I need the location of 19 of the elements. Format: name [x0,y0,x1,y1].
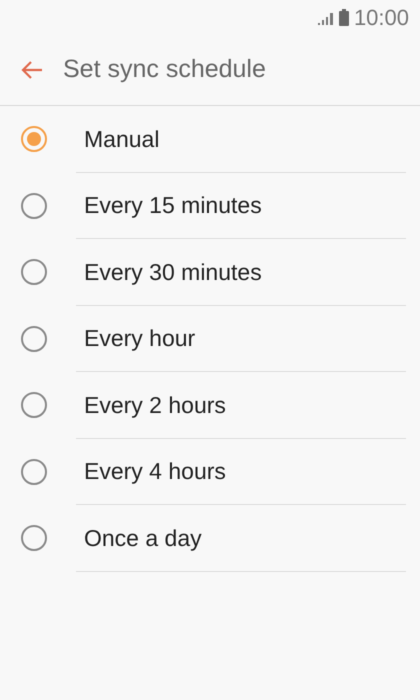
radio-button[interactable] [21,458,47,485]
option-label[interactable]: Every 15 minutes [84,188,262,222]
option-label[interactable]: Every 4 hours [84,454,226,488]
option-label[interactable]: Every 2 hours [84,388,226,422]
radio-button[interactable] [21,392,47,418]
option-label[interactable]: Every hour [84,321,196,356]
option-label[interactable]: Every 30 minutes [84,254,262,289]
radio-button[interactable] [21,259,47,286]
radio-button[interactable] [21,326,47,352]
screen-title: Set sync schedule [63,54,266,86]
option-label[interactable]: Once a day [84,520,202,555]
signal-icon [316,10,334,24]
battery-icon [338,9,349,26]
radio-button[interactable] [21,192,47,219]
option-label[interactable]: Manual [84,122,160,156]
radio-button[interactable] [21,525,47,552]
radio-button[interactable] [21,126,47,152]
status-time: 10:00 [354,4,409,32]
back-arrow-icon [20,60,44,80]
